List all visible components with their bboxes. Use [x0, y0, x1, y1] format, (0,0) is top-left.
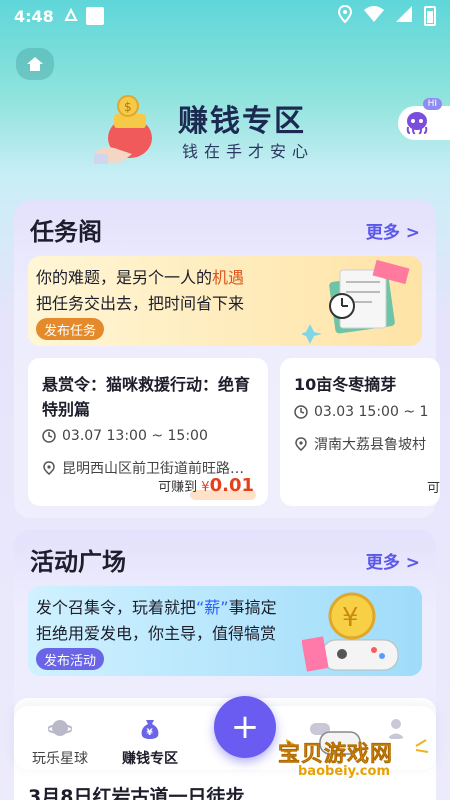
task-title: 悬赏令：猫咪救援行动：绝育特别篇 — [42, 375, 251, 419]
planet-icon — [47, 720, 73, 736]
notification-square-icon — [85, 7, 104, 25]
task-more-link[interactable]: 更多 > — [366, 218, 420, 243]
task-time: 03.03 15:00 ~ 1 — [314, 404, 429, 420]
svg-text:$: $ — [124, 100, 132, 114]
home-icon — [27, 57, 43, 71]
clock-icon — [294, 405, 308, 419]
task-banner-line2: 把任务交出去，把时间省下来 — [36, 294, 245, 313]
activity-more-link[interactable]: 更多 > — [366, 548, 420, 573]
task-illustration-icon — [302, 260, 410, 344]
activity-illustration-icon: ¥ — [302, 592, 399, 672]
tab-label: 赚钱专区 — [122, 751, 178, 767]
signal-icon — [396, 6, 412, 26]
hero-title: 赚钱专区 — [178, 104, 306, 139]
watermark-url: baobeiy.com — [298, 764, 390, 779]
task-earn: 可 — [426, 481, 440, 496]
svg-text:¥: ¥ — [342, 603, 359, 633]
home-button[interactable] — [16, 48, 54, 80]
task-title: 10亩冬枣摘芽 — [294, 375, 397, 394]
tab-label: 玩乐星球 — [32, 751, 88, 767]
task-location-row: 渭南大荔县鲁坡村 — [294, 434, 426, 454]
status-time: 4:48 — [14, 6, 54, 26]
wifi-icon — [364, 6, 384, 26]
location-icon — [337, 4, 353, 27]
hero-subtitle: 钱在手才安心 — [182, 142, 315, 161]
task-earn: 可赚到 ¥0.01 — [158, 475, 254, 496]
task-section-title: 任务阁 — [30, 218, 102, 246]
task-card[interactable]: 10亩冬枣摘芽 03.03 15:00 ~ 1 渭南大荔县鲁坡村 可 — [280, 358, 440, 506]
location-pin-icon — [43, 461, 55, 475]
status-bar: 4:48 — [0, 0, 450, 32]
app-notification-icon — [64, 7, 78, 26]
assistant-chat-button[interactable]: HI — [398, 98, 450, 140]
tab-play-planet[interactable]: 玩乐星球 — [20, 716, 100, 768]
tab-earn-zone[interactable]: ¥ 赚钱专区 — [110, 716, 190, 768]
publish-task-banner[interactable]: 你的难题，是另个一人的机遇 把任务交出去，把时间省下来 发布任务 — [28, 256, 422, 346]
hi-badge: HI — [422, 98, 442, 110]
location-pin-icon — [295, 437, 307, 451]
activity-section-title: 活动广场 — [30, 548, 126, 576]
svg-text:¥: ¥ — [147, 728, 154, 738]
clock-icon — [42, 429, 56, 443]
add-fab-button[interactable]: + — [214, 696, 276, 758]
task-card[interactable]: 悬赏令：猫咪救援行动：绝育特别篇 03.07 13:00 ~ 15:00 昆明西… — [28, 358, 268, 506]
activity-peek-title: 3月8日红岩古道一日徒步 — [28, 786, 245, 800]
money-hand-icon: $ — [94, 95, 152, 164]
task-location: 渭南大荔县鲁坡村 — [314, 437, 426, 453]
activity-banner-line2: 拒绝用爱发电，你主导，值得犒赏 — [36, 624, 277, 643]
task-banner-line1: 你的难题，是另个一人的机遇 — [36, 268, 245, 287]
hero-header: $ 赚钱专区 钱在手才安心 — [86, 86, 346, 176]
octopus-mascot-icon — [406, 112, 428, 135]
task-time-row: 03.07 13:00 ~ 15:00 — [42, 428, 208, 444]
task-time-row: 03.03 15:00 ~ 1 — [294, 404, 428, 420]
task-section: 任务阁 更多 > 你的难题，是另个一人的机遇 把任务交出去，把时间省下来 发布任… — [14, 200, 440, 518]
money-bag-icon: ¥ — [141, 720, 159, 739]
publish-activity-button[interactable]: 发布活动 — [36, 648, 105, 670]
battery-icon — [424, 6, 436, 26]
task-time: 03.07 13:00 ~ 15:00 — [62, 428, 208, 444]
publish-task-button[interactable]: 发布任务 — [36, 318, 105, 340]
activity-banner-line1: 发个召集令，玩着就把“薪”事搞定 — [36, 598, 277, 617]
publish-activity-banner[interactable]: 发个召集令，玩着就把“薪”事搞定 拒绝用爱发电，你主导，值得犒赏 发布活动 ¥ — [28, 586, 422, 676]
